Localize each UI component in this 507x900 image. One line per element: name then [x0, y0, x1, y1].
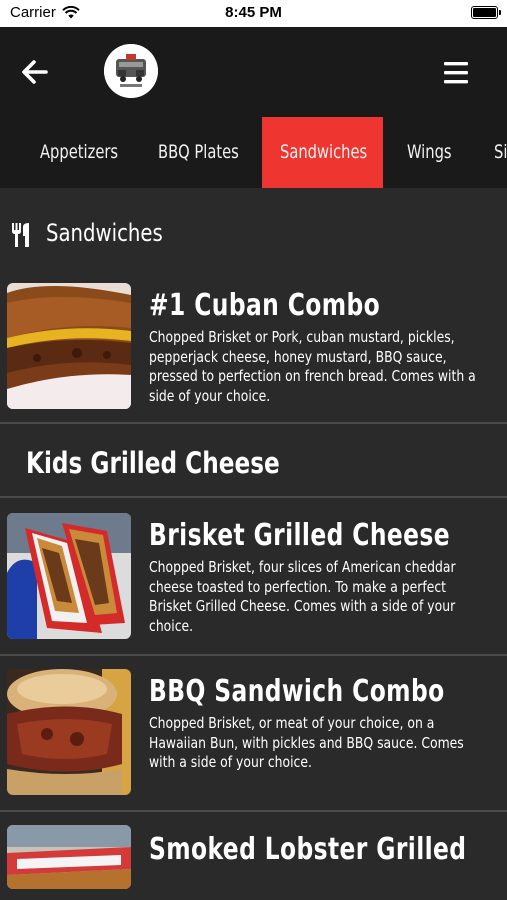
- item-description: Chopped Brisket or Pork, cuban mustard, …: [149, 328, 476, 405]
- item-image: [7, 513, 131, 639]
- item-name: #1 Cuban Combo: [149, 288, 381, 323]
- tab-wings[interactable]: Wings: [407, 117, 452, 188]
- item-image: [7, 669, 131, 795]
- section-title: Sandwiches: [46, 219, 163, 247]
- bbq-sandwich-image: [7, 669, 131, 795]
- tab-sides[interactable]: Si: [494, 117, 507, 188]
- item-name: Brisket Grilled Cheese: [149, 518, 450, 553]
- item-image: [7, 825, 131, 889]
- arrow-left-icon: [22, 60, 48, 84]
- menu-item[interactable]: #1 Cuban Combo Chopped Brisket or Pork, …: [0, 278, 507, 423]
- divider: [0, 422, 507, 424]
- section-header: Sandwiches: [0, 188, 507, 278]
- restaurant-logo[interactable]: [104, 44, 158, 98]
- tab-sandwiches[interactable]: Sandwiches: [280, 117, 367, 188]
- item-description: Chopped Brisket, four slices of American…: [149, 558, 456, 635]
- cutlery-icon: [12, 223, 29, 247]
- hamburger-menu-icon: [444, 62, 468, 84]
- menu-item[interactable]: Smoked Lobster Grilled: [0, 812, 507, 900]
- lobster-grilled-image: [7, 825, 131, 889]
- status-time: 8:45 PM: [225, 4, 282, 21]
- menu-item[interactable]: BBQ Sandwich Combo Chopped Brisket, or m…: [0, 656, 507, 810]
- back-button[interactable]: [18, 55, 52, 89]
- tab-bbq-plates[interactable]: BBQ Plates: [158, 117, 239, 188]
- item-image: [7, 283, 131, 409]
- subsection-title[interactable]: Kids Grilled Cheese: [26, 446, 280, 480]
- category-tabs: Appetizers BBQ Plates Sandwiches Wings S…: [0, 117, 507, 188]
- grilled-cheese-image: [7, 513, 131, 639]
- status-bar: Carrier 8:45 PM: [0, 0, 507, 27]
- item-name: BBQ Sandwich Combo: [149, 674, 445, 709]
- menu-item[interactable]: Brisket Grilled Cheese Chopped Brisket, …: [0, 498, 507, 654]
- item-description: Chopped Brisket, or meat of your choice,…: [149, 714, 464, 771]
- app-header: [0, 27, 507, 120]
- menu-button[interactable]: [440, 59, 472, 87]
- tab-appetizers[interactable]: Appetizers: [40, 117, 118, 188]
- logo-graphic: [104, 44, 158, 98]
- item-name: Smoked Lobster Grilled: [149, 832, 467, 867]
- battery-icon: [471, 6, 501, 19]
- cuban-sandwich-image: [7, 283, 131, 409]
